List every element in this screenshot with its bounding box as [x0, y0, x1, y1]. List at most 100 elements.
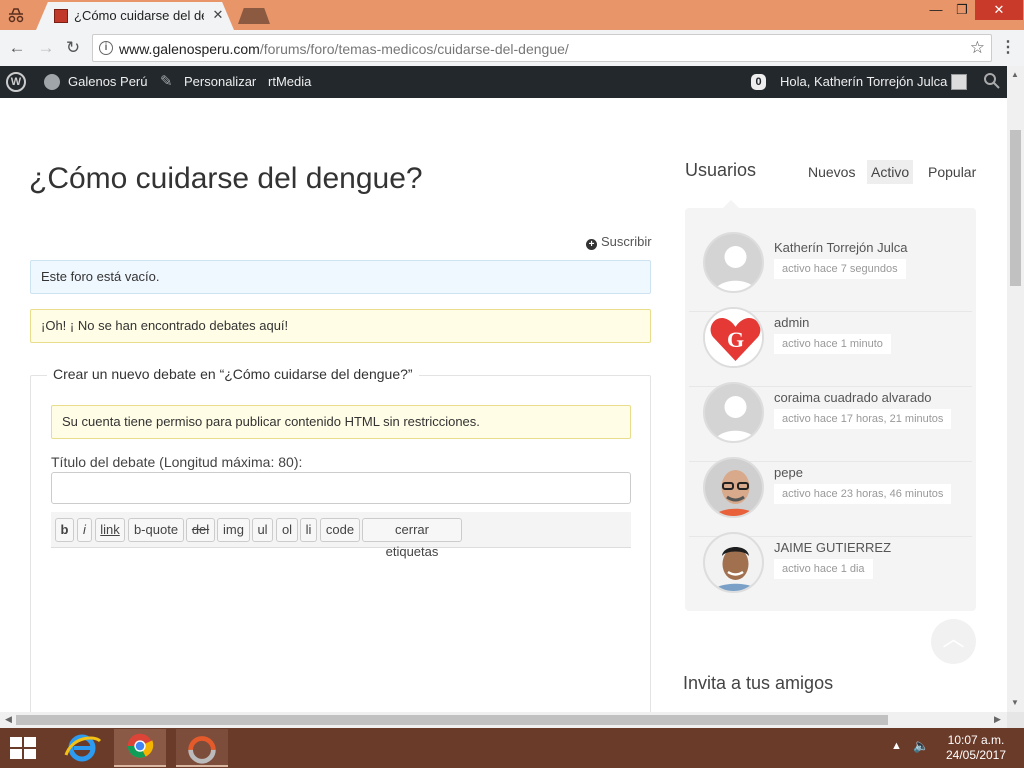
- clock-date: 24/05/2017: [945, 748, 1007, 762]
- default-avatar-icon: [705, 234, 762, 291]
- tab-title: ¿Cómo cuidarse del dengue?: [74, 8, 204, 23]
- qt-bold-button[interactable]: b: [55, 518, 74, 542]
- tray-expand-icon[interactable]: ▲: [891, 740, 902, 752]
- brush-icon: ✎: [160, 73, 173, 90]
- subscribe-link[interactable]: + Suscribir: [586, 234, 652, 250]
- horizontal-scrollbar[interactable]: ◀ ▶: [0, 712, 1007, 728]
- close-tab-icon[interactable]: ✕: [210, 6, 226, 24]
- close-window-button[interactable]: ✕: [975, 0, 1023, 20]
- dashboard-icon: [44, 74, 60, 90]
- admin-bar-site-name[interactable]: Galenos Perú: [68, 66, 148, 98]
- default-avatar-icon: [705, 384, 762, 441]
- vertical-scroll-thumb[interactable]: [1010, 130, 1021, 286]
- html-permission-notice: Su cuenta tiene permiso para publicar co…: [51, 405, 631, 439]
- horizontal-scroll-thumb[interactable]: [16, 715, 888, 725]
- user-name[interactable]: pepe: [774, 465, 803, 480]
- search-icon[interactable]: [983, 72, 1001, 90]
- scrollbar-corner: [1007, 712, 1024, 728]
- avatar[interactable]: G: [703, 307, 764, 368]
- topic-title-input[interactable]: [51, 472, 631, 504]
- scroll-right-arrow-icon[interactable]: ▶: [994, 714, 1001, 725]
- user-last-active: activo hace 23 horas, 46 minutos: [774, 484, 952, 504]
- user-item[interactable]: coraima cuadrado alvarado activo hace 17…: [685, 378, 976, 462]
- wordpress-logo-icon[interactable]: W: [6, 72, 26, 92]
- filter-active[interactable]: Activo: [867, 160, 914, 184]
- filter-newest[interactable]: Nuevos: [804, 160, 859, 184]
- editor-quicktags-toolbar: b i link b-quote del img ul ol li code c…: [51, 512, 631, 559]
- svg-text:G: G: [727, 327, 744, 352]
- chrome-taskbar-icon[interactable]: [114, 729, 166, 767]
- admin-bar-greeting[interactable]: Hola, Katherín Torrejón Julca: [780, 66, 947, 98]
- qt-li-button[interactable]: li: [300, 518, 317, 542]
- qt-link-button[interactable]: link: [95, 518, 125, 542]
- wp-admin-bar: W Galenos Perú ✎ Personalizar rtMedia 0 …: [0, 66, 1024, 98]
- internet-explorer-icon[interactable]: [56, 729, 108, 767]
- no-topics-notice: ¡Oh! ¡ No se han encontrado debates aquí…: [30, 309, 651, 343]
- vertical-scrollbar[interactable]: ▲ ▼: [1007, 66, 1024, 712]
- photo-avatar-icon: [705, 534, 762, 591]
- user-item[interactable]: pepe activo hace 23 horas, 46 minutos: [685, 453, 976, 537]
- new-topic-form: Crear un nuevo debate en “¿Cómo cuidarse…: [30, 366, 651, 712]
- user-name[interactable]: Katherín Torrejón Julca: [774, 240, 907, 255]
- plus-circle-icon: +: [586, 239, 597, 250]
- new-tab-button[interactable]: [238, 8, 270, 24]
- user-item[interactable]: JAIME GUTIERREZ activo hace 1 dia: [685, 528, 976, 603]
- qt-code-button[interactable]: code: [320, 518, 360, 542]
- scroll-down-arrow-icon[interactable]: ▼: [1011, 698, 1019, 707]
- heart-avatar-icon: G: [705, 309, 762, 366]
- avatar[interactable]: [703, 532, 764, 593]
- admin-bar-rtmedia[interactable]: rtMedia: [268, 66, 311, 98]
- forum-empty-notice: Este foro está vacío.: [30, 260, 651, 294]
- qt-ul-button[interactable]: ul: [252, 518, 273, 542]
- filter-popular[interactable]: Popular: [924, 160, 980, 184]
- site-info-icon[interactable]: i: [99, 41, 113, 55]
- qt-close-tags-button[interactable]: cerrar etiquetas: [362, 518, 462, 559]
- taskbar-clock[interactable]: 10:07 a.m. 24/05/2017: [938, 733, 1014, 763]
- windows-start-icon[interactable]: [10, 737, 38, 759]
- scroll-left-arrow-icon[interactable]: ◀: [5, 714, 12, 725]
- volume-icon[interactable]: 🔈: [913, 738, 929, 754]
- avatar[interactable]: [703, 382, 764, 443]
- scroll-to-top-icon[interactable]: ︿: [931, 619, 976, 664]
- scroll-up-arrow-icon[interactable]: ▲: [1011, 70, 1019, 79]
- clock-time: 10:07 a.m.: [947, 733, 1005, 747]
- topic-title-label: Título del debate (Longitud máxima: 80):: [51, 454, 303, 470]
- photo-avatar-icon: [705, 459, 762, 516]
- qt-ol-button[interactable]: ol: [276, 518, 298, 542]
- qt-italic-button[interactable]: i: [77, 518, 92, 542]
- user-last-active: activo hace 1 dia: [774, 559, 873, 579]
- app-taskbar-icon[interactable]: [176, 729, 228, 767]
- user-name[interactable]: admin: [774, 315, 809, 330]
- back-arrow-icon[interactable]: ←: [6, 37, 28, 59]
- user-item[interactable]: G admin activo hace 1 minuto: [685, 303, 976, 387]
- admin-bar-customize[interactable]: Personalizar: [184, 66, 256, 98]
- panel-pointer: [723, 200, 739, 208]
- browser-tab-strip: ¿Cómo cuidarse del dengue? ✕ — ❐ ✕: [0, 0, 1024, 30]
- new-topic-legend: Crear un nuevo debate en “¿Cómo cuidarse…: [47, 366, 419, 382]
- bookmark-star-icon[interactable]: ☆: [970, 38, 985, 58]
- user-name[interactable]: coraima cuadrado alvarado: [774, 390, 932, 405]
- qt-blockquote-button[interactable]: b-quote: [128, 518, 184, 542]
- user-item[interactable]: Katherín Torrejón Julca activo hace 7 se…: [685, 228, 976, 312]
- admin-bar-avatar[interactable]: [951, 74, 967, 90]
- notifications-badge[interactable]: 0: [751, 74, 766, 90]
- user-last-active: activo hace 1 minuto: [774, 334, 891, 354]
- browser-tab-active[interactable]: ¿Cómo cuidarse del dengue? ✕: [36, 2, 234, 30]
- profile-icon[interactable]: [6, 5, 26, 25]
- reload-icon[interactable]: ↻: [62, 37, 84, 59]
- browser-toolbar: ← → ↻ i www.galenosperu.com/forums/foro/…: [0, 30, 1024, 66]
- windows-taskbar: ▲ 🔈 10:07 a.m. 24/05/2017: [0, 728, 1024, 768]
- qt-img-button[interactable]: img: [217, 518, 250, 542]
- avatar[interactable]: [703, 232, 764, 293]
- qt-del-button[interactable]: del: [186, 518, 215, 542]
- address-bar[interactable]: i www.galenosperu.com/forums/foro/temas-…: [92, 34, 992, 62]
- user-name[interactable]: JAIME GUTIERREZ: [774, 540, 891, 555]
- page-title: ¿Cómo cuidarse del dengue?: [29, 162, 423, 195]
- forward-arrow-icon[interactable]: →: [35, 37, 57, 59]
- avatar[interactable]: [703, 457, 764, 518]
- browser-menu-icon[interactable]: ⋮: [1000, 38, 1016, 58]
- user-last-active: activo hace 17 horas, 21 minutos: [774, 409, 952, 429]
- minimize-window-button[interactable]: —: [922, 0, 950, 20]
- users-widget-title: Usuarios: [685, 160, 757, 180]
- maximize-window-button[interactable]: ❐: [948, 0, 976, 20]
